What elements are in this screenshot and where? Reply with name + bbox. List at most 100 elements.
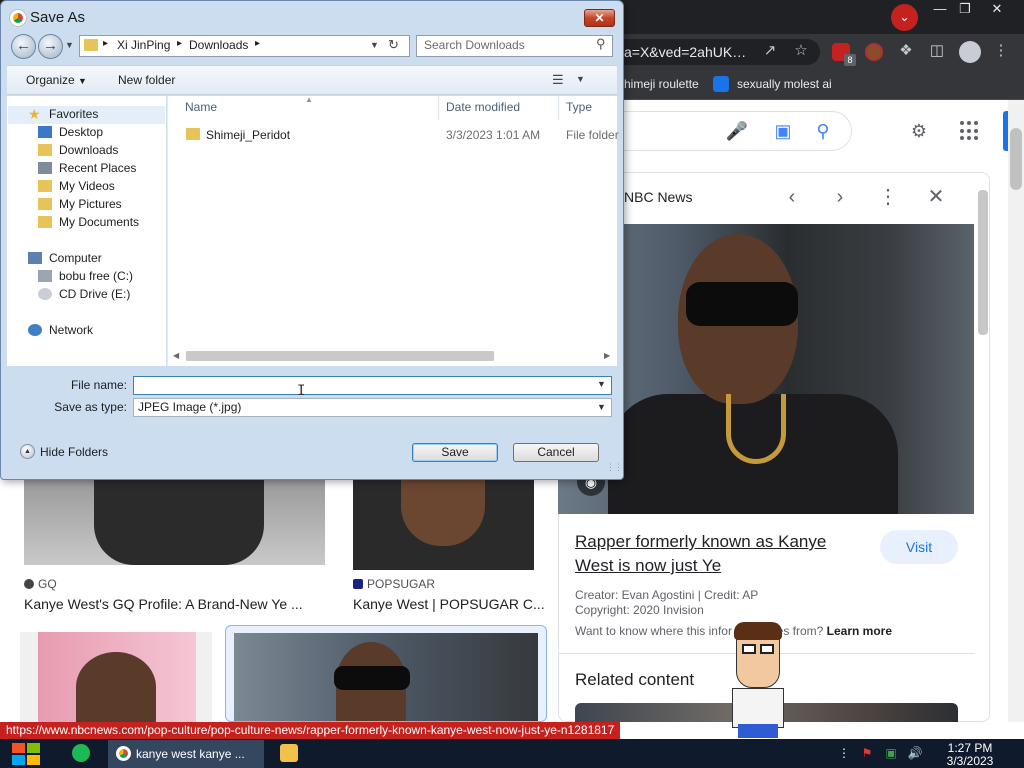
panel-scrollbar-thumb[interactable] [978,190,988,335]
network-icon[interactable]: ▣ [883,745,899,761]
previous-chevron-icon[interactable]: ‹ [780,185,804,209]
preview-image-chain [726,394,786,464]
column-header-name[interactable]: Name [185,100,217,114]
panel-close-icon[interactable]: ✕ [924,185,948,209]
nav-my-pictures[interactable]: My Pictures [59,197,122,211]
minimize-button[interactable]: — [927,0,953,18]
clock-date[interactable]: 3/3/2023 [940,754,1000,768]
mascot-face [736,632,780,688]
more-options-icon[interactable]: ⋮ [876,185,900,209]
taskbar-app-icon[interactable] [72,744,90,762]
save-as-type-chevron-icon[interactable]: ▼ [597,402,606,412]
column-header-date-modified[interactable]: Date modified [446,100,520,114]
bookmark-himeji-roulette[interactable]: himeji roulette [624,77,699,91]
file-row-name[interactable]: Shimeji_Peridot [206,128,290,142]
nav-drive-c[interactable]: bobu free (C:) [59,269,133,283]
address-bar[interactable]: a=X&ved=2ahUK… [600,39,820,65]
restore-button[interactable]: ❐ [952,0,978,18]
google-apps-icon[interactable] [960,121,980,141]
scroll-left-arrow-icon[interactable]: ◀ [173,351,179,360]
back-arrow-icon[interactable]: ← [11,34,36,59]
result-image-selected[interactable] [225,625,547,722]
result-image-third[interactable] [20,632,212,722]
scroll-right-arrow-icon[interactable]: ▶ [604,351,610,360]
page-scrollbar[interactable] [1008,100,1024,722]
microphone-icon[interactable]: 🎤 [725,119,749,143]
nav-favorites[interactable]: Favorites [49,107,98,121]
folder-icon [186,128,200,140]
taskbar-chrome-label: kanye west kanye ... [136,747,245,761]
next-chevron-icon[interactable]: › [828,185,852,209]
breadcrumb-downloads[interactable]: Downloads [189,38,248,52]
tray-overflow-icon[interactable]: ⋮ [836,745,852,761]
breadcrumb-user[interactable]: Xi JinPing [117,38,170,52]
settings-gear-icon[interactable]: ⚙ [907,119,931,143]
volume-icon[interactable]: 🔊 [907,745,923,761]
tab-search-chevron-icon[interactable]: ⌄ [891,4,918,31]
nav-computer[interactable]: Computer [49,251,102,265]
result-title-gq[interactable]: Kanye West's GQ Profile: A Brand-New Ye … [24,596,303,612]
recent-locations-chevron-icon[interactable]: ▼ [65,40,74,50]
breadcrumb-chevron-icon[interactable]: ▸ [255,38,260,49]
cancel-button[interactable]: Cancel [513,443,599,462]
start-button[interactable] [10,741,42,767]
desktop-icon [38,126,52,138]
profile-avatar[interactable] [959,41,981,63]
breadcrumb-chevron-icon[interactable]: ▸ [103,38,108,49]
save-as-type-select[interactable]: JPEG Image (*.jpg) [133,398,612,417]
nav-network[interactable]: Network [49,323,93,337]
bookmark-star-icon[interactable]: ☆ [791,41,811,61]
extensions-puzzle-icon[interactable]: ❖ [896,41,916,61]
nav-drive-e[interactable]: CD Drive (E:) [59,287,130,301]
cd-drive-icon [38,288,52,300]
action-center-flag-icon[interactable]: ⚑ [859,745,875,761]
result-title-popsugar[interactable]: Kanye West | POPSUGAR C... [353,596,545,612]
horizontal-scrollbar-thumb[interactable] [186,351,494,361]
page-scrollbar-thumb[interactable] [1010,128,1022,190]
search-icon[interactable]: ⚲ [596,36,606,52]
column-separator[interactable] [558,96,559,120]
view-chevron-down-icon[interactable]: ▼ [576,74,585,84]
column-header-type[interactable]: Type [566,100,592,114]
result-source-gq-text: GQ [38,577,57,591]
breadcrumb-chevron-icon[interactable]: ▸ [177,38,182,49]
lens-camera-icon[interactable]: ▣ [771,119,795,143]
nav-downloads[interactable]: Downloads [59,143,118,157]
learn-more-link[interactable]: Learn more [827,624,892,638]
visit-button[interactable]: Visit [880,530,958,564]
file-name-input[interactable] [133,376,612,395]
result-image-gq[interactable] [24,480,325,565]
result-image-popsugar[interactable] [353,480,534,570]
side-panel-icon[interactable]: ◫ [927,41,947,61]
save-button[interactable]: Save [412,443,498,462]
hide-folders-chevron-up-icon[interactable]: ▲ [20,444,35,459]
refresh-icon[interactable]: ↻ [388,37,399,53]
browser-close-button[interactable]: ✕ [984,0,1010,18]
forward-arrow-icon[interactable]: → [38,34,63,59]
start-logo-green [27,743,40,753]
desktop-mascot-character[interactable] [730,622,786,738]
panel-article-title[interactable]: Rapper formerly known as Kanye West is n… [575,530,865,578]
nav-recent-places[interactable]: Recent Places [59,161,136,175]
view-options-icon[interactable]: ☰ [552,72,564,88]
result-source-popsugar-text: POPSUGAR [367,577,436,591]
bookmark-favicon-icon [713,76,729,92]
nav-my-videos[interactable]: My Videos [59,179,115,193]
file-explorer-icon[interactable] [280,744,298,762]
nav-my-documents[interactable]: My Documents [59,215,139,229]
dialog-close-button[interactable]: ✕ [584,9,615,27]
organize-button[interactable]: Organize ▼ [26,73,87,87]
file-name-dropdown-chevron-icon[interactable]: ▼ [597,379,606,389]
browser-menu-icon[interactable]: ⋮ [991,41,1011,61]
column-separator[interactable] [438,96,439,120]
extension-avatar-icon[interactable] [865,43,883,61]
nav-desktop[interactable]: Desktop [59,125,103,139]
hide-folders-button[interactable]: Hide Folders [40,445,108,459]
resize-grip-icon[interactable]: ⋮⋮ [606,462,623,473]
search-magnifier-icon[interactable]: ⚲ [811,119,835,143]
clock-time[interactable]: 1:27 PM [940,741,1000,755]
bookmark-second[interactable]: sexually molest ai [737,77,832,91]
address-dropdown-chevron-icon[interactable]: ▼ [370,40,379,50]
new-folder-button[interactable]: New folder [118,73,175,87]
share-icon[interactable]: ↗ [760,41,780,61]
